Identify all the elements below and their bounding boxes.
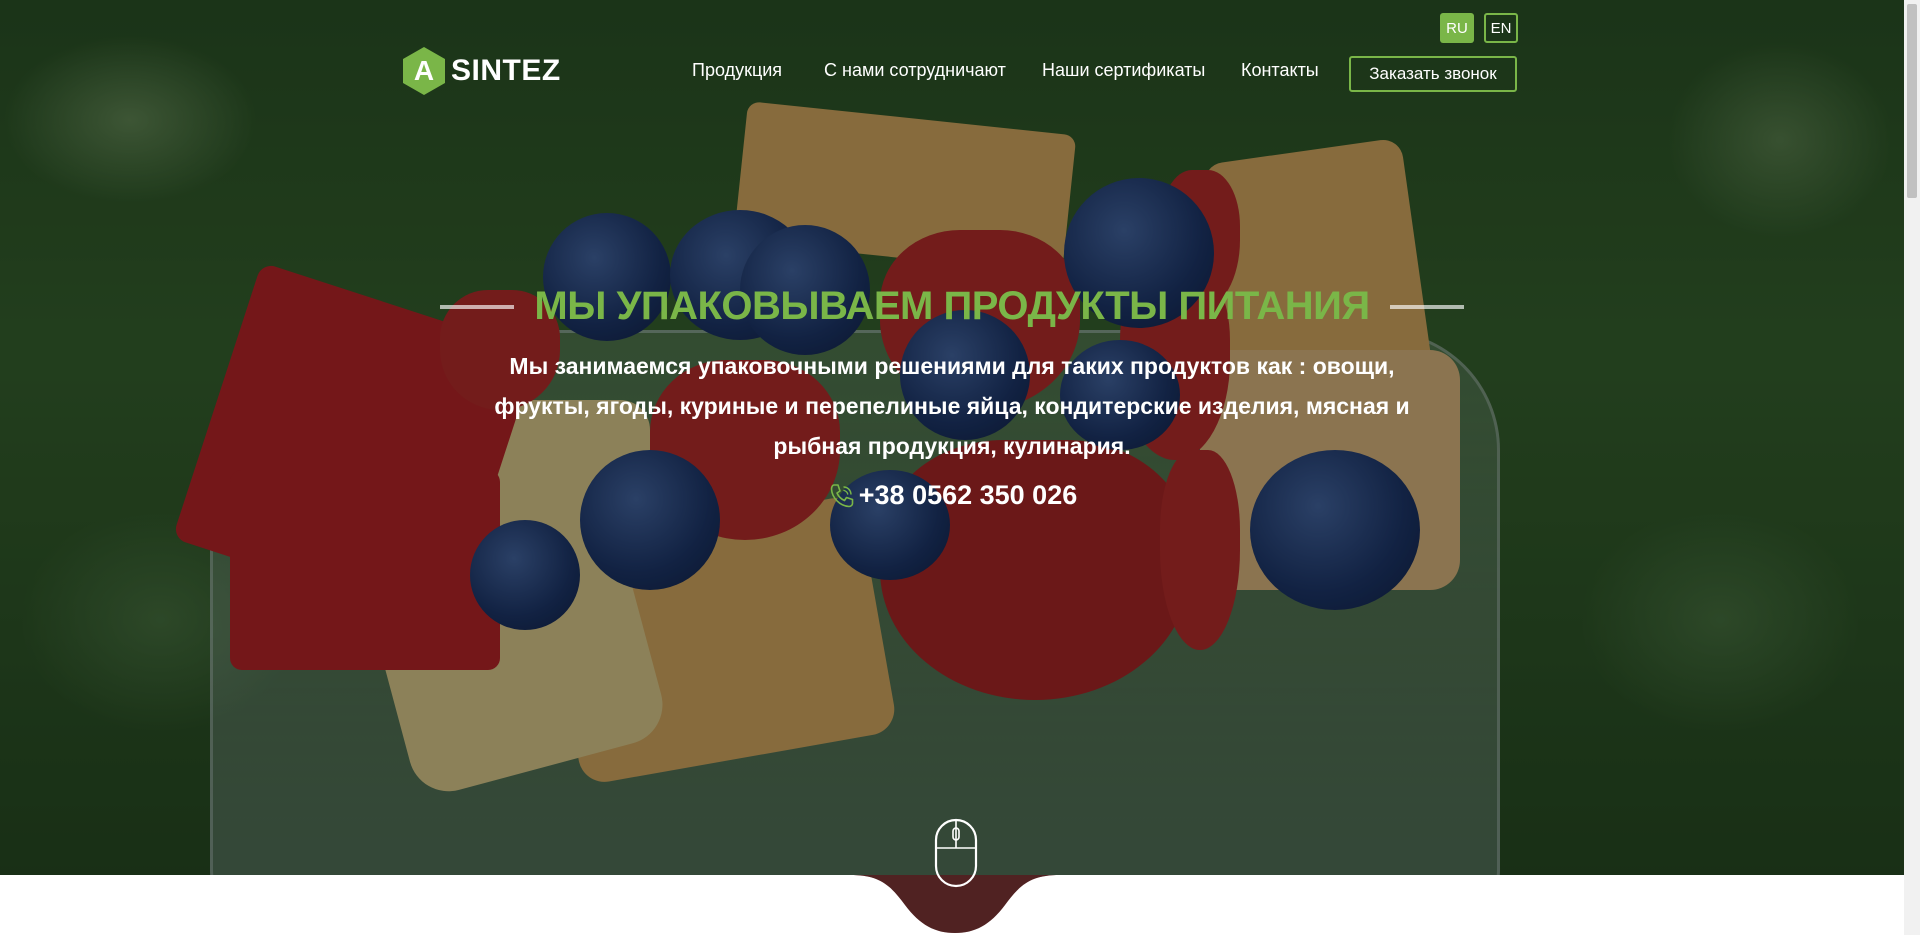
logo-mark: A [403, 47, 445, 95]
logo[interactable]: A SINTEZ [403, 46, 561, 96]
nav-item-products[interactable]: Продукция [692, 60, 782, 81]
phone-icon [830, 483, 854, 507]
logo-text: SINTEZ [451, 54, 561, 87]
phone-number[interactable]: +38 0562 350 026 [859, 480, 1077, 511]
title-divider-right [1389, 304, 1464, 309]
mouse-scroll-icon[interactable] [934, 818, 978, 888]
nav-item-partners[interactable]: С нами сотрудничают [824, 60, 1006, 81]
order-call-button[interactable]: Заказать звонок [1349, 56, 1517, 92]
hero-description: Мы занимаемся упаковочными решениями для… [494, 353, 1410, 459]
lang-en-button[interactable]: EN [1484, 13, 1518, 43]
hero-title-block: МЫ УПАКОВЫВАЕМ ПРОДУКТЫ ПИТАНИЯ [0, 284, 1904, 329]
page-scrollbar[interactable] [1904, 0, 1920, 935]
title-divider-left [440, 304, 515, 309]
scrollbar-thumb[interactable] [1907, 4, 1917, 198]
hero-phone[interactable]: +38 0562 350 026 [0, 480, 1904, 511]
lang-ru-button[interactable]: RU [1440, 13, 1474, 43]
hero-title: МЫ УПАКОВЫВАЕМ ПРОДУКТЫ ПИТАНИЯ [534, 284, 1370, 328]
nav-item-certificates[interactable]: Наши сертификаты [1042, 60, 1205, 81]
nav-item-contacts[interactable]: Контакты [1241, 60, 1319, 81]
